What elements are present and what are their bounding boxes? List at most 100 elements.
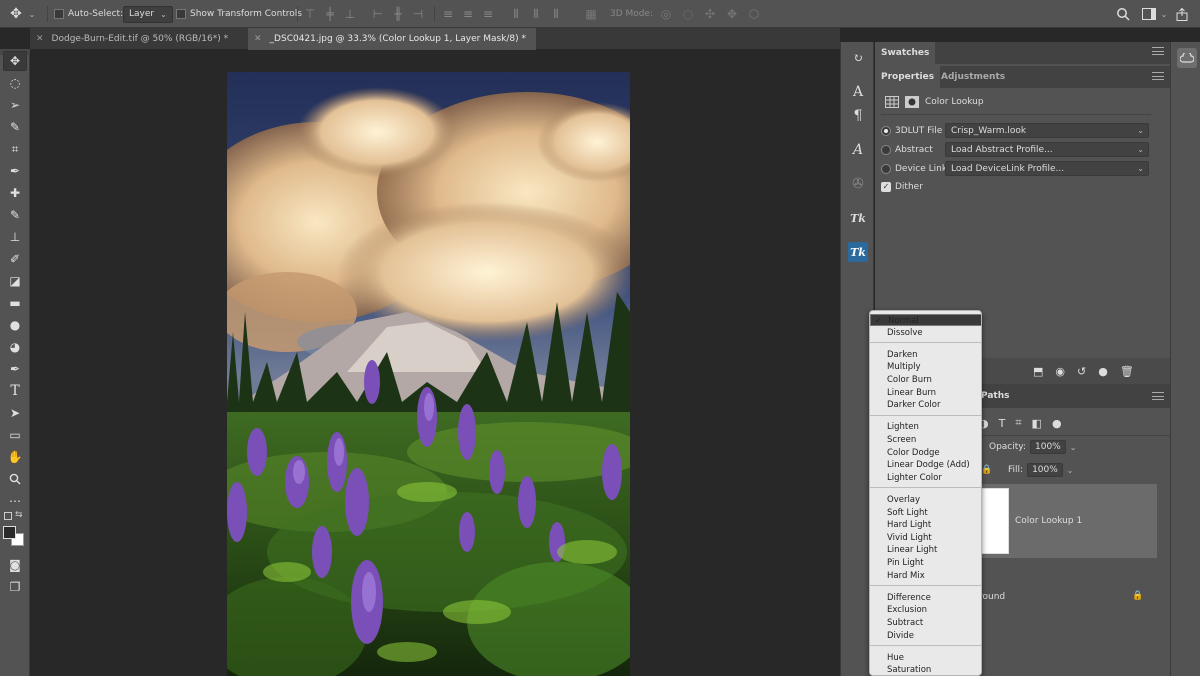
blend-mode-item-linear-burn[interactable]: Linear Burn bbox=[870, 387, 981, 399]
opacity-value[interactable]: 100% bbox=[1030, 440, 1066, 454]
visibility-icon[interactable]: ● bbox=[1098, 365, 1108, 378]
swap-colors-icon[interactable]: ⇆ bbox=[15, 510, 23, 520]
align-top-icon[interactable]: ⊤ bbox=[302, 7, 318, 21]
clone-stamp-tool[interactable]: ⊥ bbox=[3, 227, 27, 247]
auto-align-button[interactable]: ▦ bbox=[583, 0, 599, 28]
blend-mode-item-hard-mix[interactable]: Hard Mix bbox=[870, 570, 981, 582]
blend-mode-item-difference[interactable]: Difference bbox=[870, 592, 981, 604]
blend-mode-item-pin-light[interactable]: Pin Light bbox=[870, 557, 981, 569]
creative-cloud-button[interactable] bbox=[1177, 48, 1197, 68]
foreground-color-swatch[interactable] bbox=[3, 526, 16, 539]
move-tool-preset[interactable]: ✥ ⌄ bbox=[8, 0, 40, 28]
blend-mode-item-soft-light[interactable]: Soft Light bbox=[870, 507, 981, 519]
layer-mask-thumbnail[interactable] bbox=[979, 488, 1009, 554]
move-tool[interactable]: ✥ bbox=[3, 51, 27, 71]
blend-mode-item-lighter-color[interactable]: Lighter Color bbox=[870, 472, 981, 484]
shape-filter-icon[interactable]: ⌗ bbox=[1015, 416, 1021, 430]
blend-mode-item-normal[interactable]: Normal bbox=[870, 314, 981, 327]
background-layer-name[interactable]: round bbox=[979, 590, 1005, 604]
blend-mode-item-dissolve[interactable]: Dissolve bbox=[870, 327, 981, 339]
reset-icon[interactable]: ↺ bbox=[1077, 365, 1086, 378]
blend-mode-item-vivid-light[interactable]: Vivid Light bbox=[870, 532, 981, 544]
blend-mode-item-overlay[interactable]: Overlay bbox=[870, 494, 981, 506]
hand-tool[interactable]: ✋ bbox=[3, 447, 27, 467]
blend-mode-item-color-dodge[interactable]: Color Dodge bbox=[870, 447, 981, 459]
blend-mode-item-divide[interactable]: Divide bbox=[870, 630, 981, 642]
filter-toggle-icon[interactable]: ● bbox=[1052, 417, 1062, 430]
tab-properties[interactable]: Properties bbox=[875, 66, 941, 88]
blend-mode-item-saturation[interactable]: Saturation bbox=[870, 664, 981, 675]
search-button[interactable] bbox=[1116, 0, 1130, 28]
layer-name[interactable]: Color Lookup 1 bbox=[1015, 514, 1082, 528]
devicelink-radio[interactable]: Device Link bbox=[881, 162, 947, 176]
default-colors-icon[interactable] bbox=[4, 512, 12, 520]
tk-color-panel-button[interactable]: Tk bbox=[848, 242, 868, 262]
quick-selection-tool[interactable]: ✎ bbox=[3, 117, 27, 137]
devicelink-dropdown[interactable]: Load DeviceLink Profile... ⌄ bbox=[945, 161, 1149, 176]
show-transform-controls-checkbox[interactable]: Show Transform Controls bbox=[176, 0, 302, 28]
rectangle-tool[interactable]: ▭ bbox=[3, 425, 27, 445]
tab-dodge-burn-edit[interactable]: ✕ Dodge-Burn-Edit.tif @ 50% (RGB/16*) * bbox=[30, 28, 234, 50]
marquee-tool[interactable]: ◌ bbox=[3, 73, 27, 93]
blend-mode-item-lighten[interactable]: Lighten bbox=[870, 421, 981, 433]
healing-brush-tool[interactable]: ✚ bbox=[3, 183, 27, 203]
tk-panel-button[interactable]: Tk bbox=[848, 208, 868, 228]
eyedropper-tool[interactable]: ✒ bbox=[3, 161, 27, 181]
blend-mode-item-linear-light[interactable]: Linear Light bbox=[870, 544, 981, 556]
align-vertical-center-icon[interactable]: ╪ bbox=[322, 7, 338, 21]
lock-all-icon[interactable]: 🔒 bbox=[981, 465, 992, 475]
align-left-icon[interactable]: ⊢ bbox=[370, 7, 386, 21]
screen-mode-button[interactable]: ❐ bbox=[3, 577, 27, 597]
view-previous-icon[interactable]: ◉ bbox=[1055, 365, 1065, 378]
type-filter-icon[interactable]: T bbox=[999, 417, 1006, 430]
glyphs-panel-button[interactable]: A bbox=[848, 140, 868, 160]
fill-value[interactable]: 100% bbox=[1027, 463, 1063, 477]
blend-mode-item-screen[interactable]: Screen bbox=[870, 434, 981, 446]
tab-swatches[interactable]: Swatches bbox=[875, 42, 936, 64]
history-brush-tool[interactable]: ✐ bbox=[3, 249, 27, 269]
tab-adjustments[interactable]: Adjustments bbox=[935, 66, 1011, 88]
blend-mode-item-subtract[interactable]: Subtract bbox=[870, 617, 981, 629]
clip-to-layer-icon[interactable]: ⬒ bbox=[1033, 365, 1043, 378]
fill-control[interactable]: Fill: 100% ⌄ bbox=[1008, 462, 1074, 478]
3dlut-radio[interactable]: 3DLUT File bbox=[881, 124, 942, 138]
3d-scale-icon[interactable]: ⬡ bbox=[746, 7, 762, 21]
3d-orbit-icon[interactable]: ◎ bbox=[658, 7, 674, 21]
share-button[interactable] bbox=[1176, 0, 1188, 28]
crop-tool[interactable]: ⌗ bbox=[3, 139, 27, 159]
distribute-right-icon[interactable]: ⦀ bbox=[548, 7, 564, 22]
blend-mode-item-darker-color[interactable]: Darker Color bbox=[870, 399, 981, 411]
blend-mode-item-hue[interactable]: Hue bbox=[870, 652, 981, 664]
distribute-horizontal-center-icon[interactable]: ⦀ bbox=[528, 7, 544, 22]
type-tool[interactable]: T bbox=[3, 381, 27, 401]
close-icon[interactable]: ✕ bbox=[36, 34, 44, 44]
align-right-icon[interactable]: ⊣ bbox=[410, 7, 426, 21]
auto-select-checkbox[interactable]: Auto-Select: bbox=[54, 0, 123, 28]
lasso-tool[interactable]: ➢ bbox=[3, 95, 27, 115]
distribute-bottom-icon[interactable]: ≡ bbox=[480, 7, 496, 21]
abstract-radio[interactable]: Abstract bbox=[881, 143, 933, 157]
3dlut-dropdown[interactable]: Crisp_Warm.look ⌄ bbox=[945, 123, 1149, 138]
distribute-top-icon[interactable]: ≡ bbox=[440, 7, 456, 21]
panel-menu-icon[interactable] bbox=[1152, 72, 1164, 80]
gradient-tool[interactable]: ▬ bbox=[3, 293, 27, 313]
path-selection-tool[interactable]: ➤ bbox=[3, 403, 27, 423]
dither-checkbox[interactable]: ✓ Dither bbox=[881, 180, 923, 194]
smart-object-filter-icon[interactable]: ◧ bbox=[1032, 417, 1042, 430]
blend-mode-item-darken[interactable]: Darken bbox=[870, 349, 981, 361]
3d-pan-icon[interactable]: ✣ bbox=[702, 7, 718, 21]
zoom-tool[interactable] bbox=[3, 469, 27, 489]
tool-presets-button[interactable]: ✇ bbox=[848, 174, 868, 194]
blend-mode-item-linear-dodge-add[interactable]: Linear Dodge (Add) bbox=[870, 459, 981, 471]
history-panel-button[interactable]: ↻ bbox=[848, 48, 868, 68]
character-panel-button[interactable]: A bbox=[848, 82, 868, 102]
trash-icon[interactable]: 🗑 bbox=[1120, 365, 1134, 378]
3d-roll-icon[interactable]: ◌ bbox=[680, 7, 696, 21]
panel-menu-icon[interactable] bbox=[1152, 392, 1164, 400]
blur-tool[interactable]: ● bbox=[3, 315, 27, 335]
distribute-vertical-center-icon[interactable]: ≡ bbox=[460, 7, 476, 21]
blend-mode-item-hard-light[interactable]: Hard Light bbox=[870, 519, 981, 531]
opacity-control[interactable]: Opacity: 100% ⌄ bbox=[989, 439, 1076, 455]
distribute-left-icon[interactable]: ⦀ bbox=[508, 7, 524, 22]
abstract-dropdown[interactable]: Load Abstract Profile... ⌄ bbox=[945, 142, 1149, 157]
